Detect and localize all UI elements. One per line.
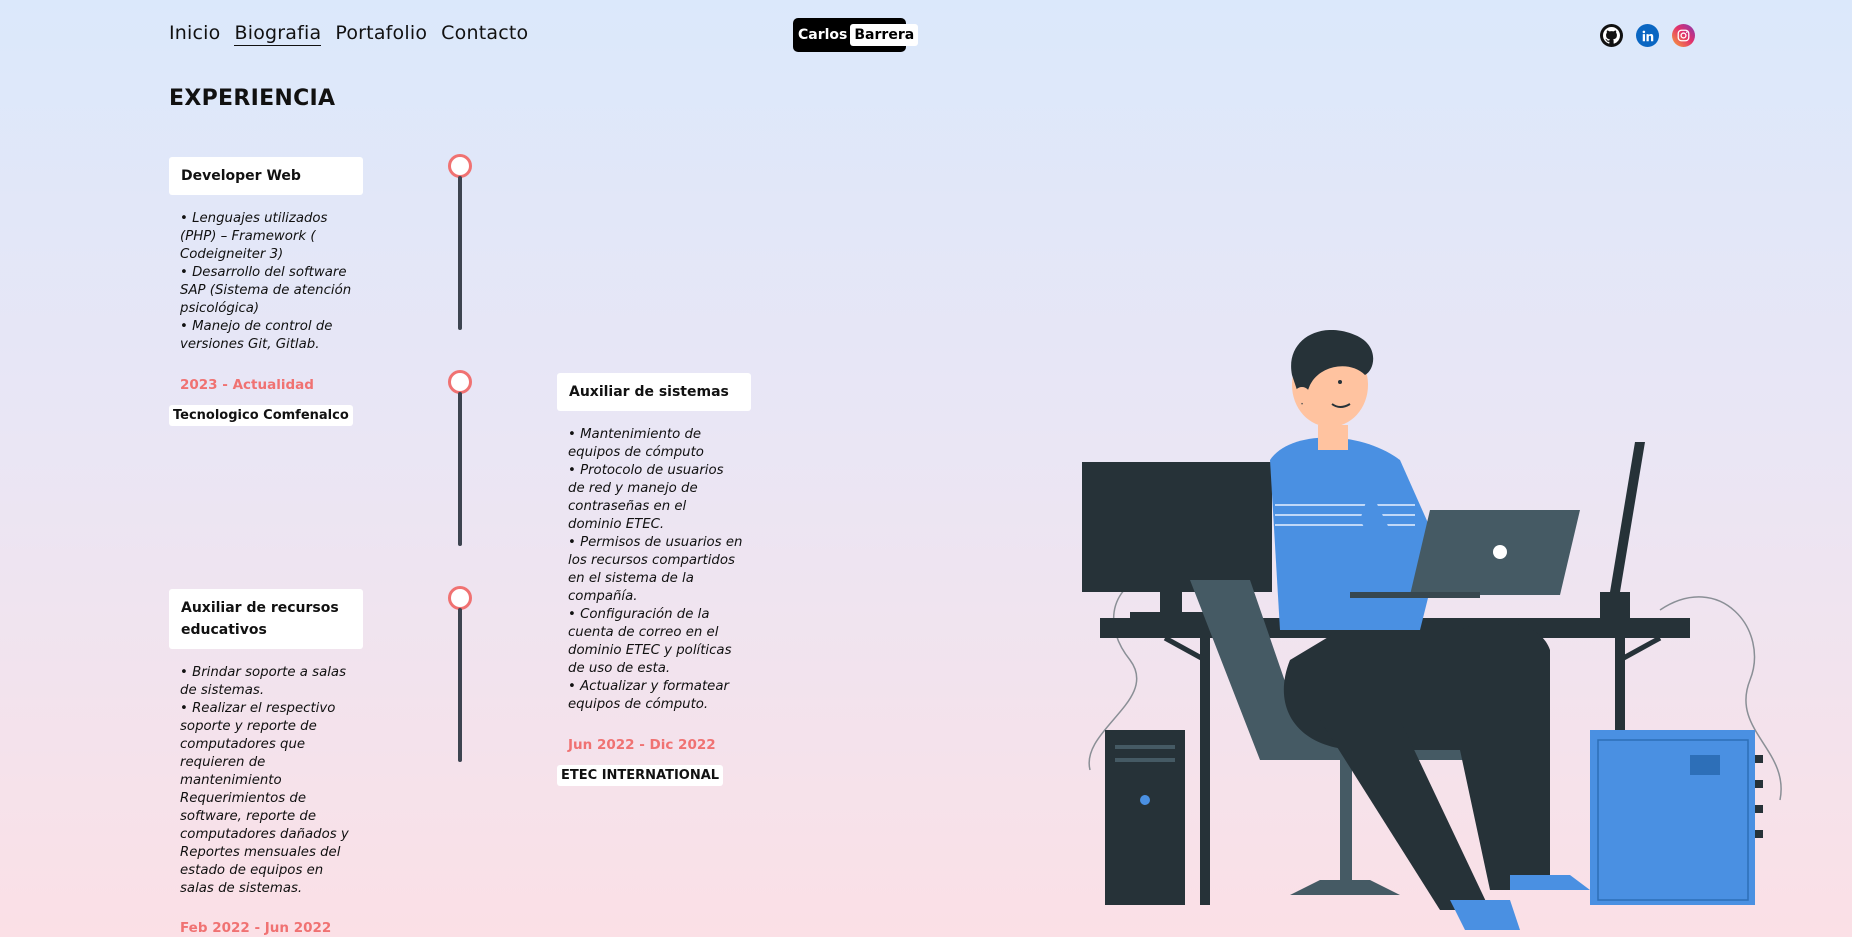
experience-title: Developer Web — [169, 157, 363, 195]
experience-date: Feb 2022 - Jun 2022 — [180, 920, 332, 936]
description-item: • Permisos de usuarios en los recursos c… — [568, 535, 743, 604]
timeline-node — [448, 586, 472, 610]
github-icon[interactable] — [1600, 24, 1623, 47]
description-item: • Realizar el respectivo soporte y repor… — [180, 701, 349, 896]
timeline-node — [448, 154, 472, 178]
experience-title: Auxiliar de sistemas — [557, 373, 751, 411]
logo-first-name: Carlos — [798, 27, 848, 43]
social-links — [1600, 24, 1695, 47]
description-item: • Mantenimiento de equipos de cómputo — [568, 427, 704, 460]
description-item: • Actualizar y formatear equipos de cómp… — [568, 679, 729, 712]
experience-date: Jun 2022 - Dic 2022 — [568, 737, 716, 753]
main-nav: Inicio Biografia Portafolio Contacto — [169, 22, 528, 46]
developer-illustration — [1082, 330, 1782, 930]
timeline-line — [458, 392, 462, 546]
description-item: • Brindar soporte a salas de sistemas. — [180, 665, 347, 698]
description-item: • Desarrollo del software SAP (Sistema d… — [180, 265, 352, 316]
instagram-icon[interactable] — [1672, 24, 1695, 47]
experience-description: • Mantenimiento de equipos de cómputo • … — [568, 426, 743, 714]
experience-company: ETEC INTERNATIONAL — [557, 765, 724, 786]
nav-inicio[interactable]: Inicio — [169, 22, 220, 46]
timeline-line — [458, 608, 462, 762]
experience-company: Tecnologico Comfenalco — [169, 405, 353, 426]
timeline-line — [458, 176, 462, 330]
logo-last-name: Barrera — [850, 24, 919, 46]
nav-portafolio[interactable]: Portafolio — [335, 22, 427, 46]
description-item: • Manejo de control de versiones Git, Gi… — [180, 319, 333, 352]
site-logo[interactable]: Carlos Barrera — [793, 18, 919, 52]
linkedin-icon[interactable] — [1636, 24, 1659, 47]
experience-description: • Lenguajes utilizados (PHP) – Framework… — [180, 210, 355, 354]
experience-title: Auxiliar de recursos educativos — [169, 589, 363, 649]
nav-biografia[interactable]: Biografia — [234, 22, 322, 46]
description-item: • Lenguajes utilizados (PHP) – Framework… — [180, 211, 328, 262]
nav-contacto[interactable]: Contacto — [441, 22, 528, 46]
experience-date: 2023 - Actualidad — [180, 377, 314, 393]
experience-description: • Brindar soporte a salas de sistemas. •… — [180, 664, 355, 898]
description-item: • Protocolo de usuarios de red y manejo … — [568, 463, 724, 532]
timeline-node — [448, 370, 472, 394]
description-item: • Configuración de la cuenta de correo e… — [568, 607, 732, 676]
section-title: EXPERIENCIA — [169, 86, 336, 111]
